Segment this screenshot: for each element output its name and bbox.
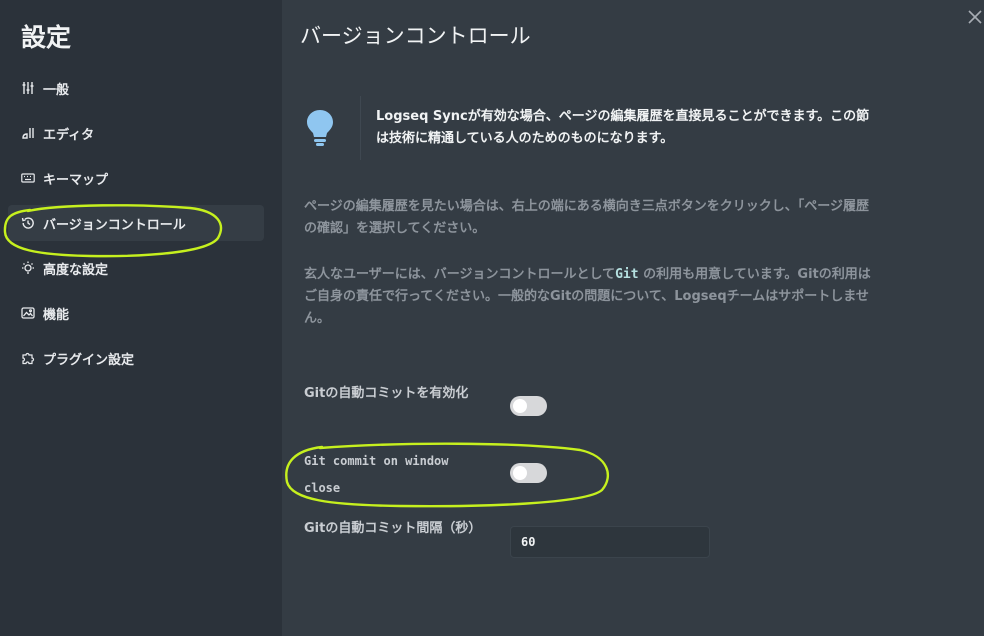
git-commit-interval-label: Gitの自動コミット間隔（秒）: [304, 521, 482, 536]
lightbulb-icon: [304, 108, 336, 148]
close-icon: [968, 10, 982, 24]
git-commit-on-close-label: Git commit on window close: [304, 454, 449, 495]
sidebar-item-label: 高度な設定: [43, 262, 109, 278]
git-commit-on-close-toggle[interactable]: [510, 463, 547, 483]
sidebar-item-label: キーマップ: [43, 172, 109, 188]
history-icon: [21, 216, 35, 230]
git-description-text: 玄人なユーザーには、バージョンコントロールとして: [304, 267, 616, 282]
page-title: バージョンコントロール: [300, 24, 531, 48]
keyboard-icon: [21, 171, 35, 185]
image-icon: [21, 306, 35, 320]
sliders-icon: [21, 81, 35, 95]
sidebar-item-general[interactable]: 一般: [8, 70, 264, 106]
sidebar-item-editor[interactable]: エディタ: [8, 115, 264, 151]
sidebar-item-label: 機能: [43, 307, 70, 323]
sidebar-item-plugin-settings[interactable]: プラグイン設定: [8, 340, 264, 376]
sidebar-item-features[interactable]: 機能: [8, 295, 264, 331]
git-inline-code: Git: [615, 267, 639, 282]
sidebar-item-label: エディタ: [43, 127, 95, 143]
sidebar-item-label: プラグイン設定: [43, 352, 135, 368]
bulb-icon: [21, 261, 35, 275]
git-auto-commit-label: Gitの自動コミットを有効化: [304, 386, 469, 401]
toggle-knob: [513, 466, 527, 480]
tip-text: Logseq Syncが有効な場合、ページの編集履歴を直接見ることができます。こ…: [376, 109, 870, 146]
toggle-knob: [513, 399, 527, 413]
tip-callout: Logseq Syncが有効な場合、ページの編集履歴を直接見ることができます。こ…: [304, 96, 874, 162]
sidebar-item-version-control[interactable]: バージョンコントロール: [8, 205, 264, 241]
page-history-description: ページの編集履歴を見たい場合は、右上の端にある横向き三点ボタンをクリックし、「ペ…: [304, 199, 869, 236]
close-button[interactable]: [966, 8, 984, 26]
settings-main: バージョンコントロール Logseq Syncが有効な場合、ページの編集履歴を直…: [282, 0, 984, 636]
git-auto-commit-toggle[interactable]: [510, 396, 547, 416]
settings-sidebar: 設定 一般 エディタ キーマップ バージョンコントロール 高度な設定 機能 プラ…: [0, 0, 282, 636]
sidebar-item-label: 一般: [43, 82, 70, 98]
tip-divider: [360, 96, 361, 160]
git-description: 玄人なユーザーには、バージョンコントロールとしてGit の利用も用意しています。…: [304, 264, 879, 330]
sidebar-item-keymap[interactable]: キーマップ: [8, 160, 264, 196]
editor-icon: [21, 126, 35, 140]
puzzle-icon: [21, 351, 35, 365]
sidebar-item-label: バージョンコントロール: [43, 217, 186, 233]
git-commit-interval-input[interactable]: [510, 526, 710, 558]
sidebar-item-advanced[interactable]: 高度な設定: [8, 250, 264, 286]
settings-nav: 一般 エディタ キーマップ バージョンコントロール 高度な設定 機能 プラグイン…: [8, 70, 264, 385]
sidebar-title: 設定: [21, 23, 72, 52]
